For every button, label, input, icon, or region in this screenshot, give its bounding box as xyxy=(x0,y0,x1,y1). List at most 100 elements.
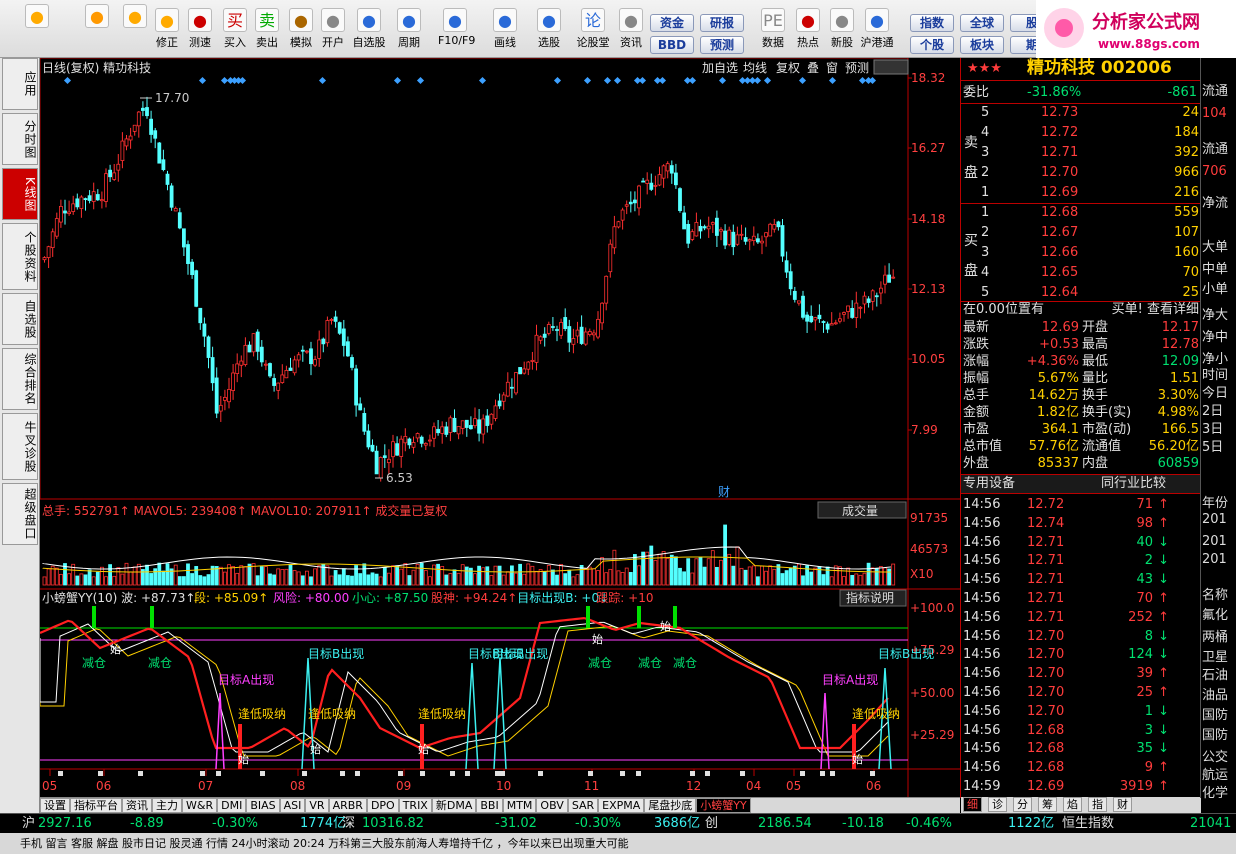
indicator-tab-3[interactable]: 主力 xyxy=(152,798,182,813)
indicator-tab-1[interactable]: 指标平台 xyxy=(70,798,122,813)
ask-price[interactable]: 12.70 xyxy=(1041,164,1078,182)
toolbar-button-8[interactable]: ● 开户 xyxy=(316,8,350,56)
ask-price[interactable]: 12.73 xyxy=(1041,104,1078,122)
left-tab-3[interactable]: 个股资料 xyxy=(2,223,38,290)
indicator-tab-17[interactable]: EXPMA xyxy=(598,798,645,813)
toolbar-button-19[interactable]: ● 沪港通 xyxy=(860,8,894,56)
tick-row: 14:56 12.70 1 ↓ xyxy=(961,703,1201,721)
indicator-tab-11[interactable]: TRIX xyxy=(398,798,432,813)
chart-header-button-4[interactable]: 窗 xyxy=(826,61,838,75)
industry-label[interactable]: 专用设备 xyxy=(963,475,1015,493)
indicator-tab-0[interactable]: 设置 xyxy=(40,798,70,813)
indicator-tab-7[interactable]: ASI xyxy=(279,798,306,813)
ask-price[interactable]: 12.71 xyxy=(1041,144,1078,162)
volume-bar xyxy=(522,573,527,586)
quote-tab-1[interactable]: 诊 xyxy=(988,797,1007,812)
left-tab-7[interactable]: 超级盘口 xyxy=(2,483,38,545)
news-ticker[interactable]: 手机 留言 客服 解盘 股市日记 股灵通 行情 24小时滚动 20:24 万科第… xyxy=(0,833,1236,854)
indicator-tab-2[interactable]: 资讯 xyxy=(122,798,152,813)
toolbar-button-0[interactable]: ● xyxy=(20,4,54,52)
indicator-tab-18[interactable]: 尾盘抄底 xyxy=(644,798,697,813)
indicator-tab-8[interactable]: VR xyxy=(305,798,329,813)
indicator-tab-14[interactable]: MTM xyxy=(502,798,537,813)
cy-index[interactable]: 2186.54 xyxy=(758,814,812,834)
sz-index[interactable]: 10316.82 xyxy=(362,814,424,834)
toolbar-small-button[interactable]: 板块 xyxy=(960,36,1004,54)
chart-header-button-2[interactable]: 复权 xyxy=(776,61,800,75)
hs-index[interactable]: 21041 xyxy=(1190,814,1231,834)
indicator-tab-15[interactable]: OBV xyxy=(536,798,568,813)
indicator-tab-5[interactable]: DMI xyxy=(217,798,247,813)
toolbar-button-2[interactable]: ● xyxy=(118,4,152,52)
toolbar-button-5[interactable]: 买买入 xyxy=(218,8,252,56)
toolbar-button-10[interactable]: ● 周期 xyxy=(392,8,426,56)
toolbar-button-15[interactable]: ● 资讯 xyxy=(614,8,648,56)
chart-header-button-0[interactable]: 加自选 xyxy=(702,61,738,75)
indicator-tab-12[interactable]: 新DMA xyxy=(431,798,477,813)
quote-tab-2[interactable]: 分 xyxy=(1013,797,1032,812)
left-tab-1[interactable]: 分时图 xyxy=(2,113,38,165)
tick-time: 14:59 xyxy=(963,779,1001,794)
chart-header-button-1[interactable]: 均线 xyxy=(743,61,767,75)
industry-compare-button[interactable]: 同行业比较 xyxy=(1101,475,1166,493)
bid-price[interactable]: 12.68 xyxy=(1041,204,1078,222)
chart-header-button-3[interactable]: 叠 xyxy=(807,61,819,75)
toolbar-button-11[interactable]: ● F10/F9 xyxy=(438,8,475,56)
toolbar-button-6[interactable]: 卖卖出 xyxy=(250,8,284,56)
sh-index[interactable]: 2927.16 xyxy=(38,814,92,834)
indicator-tab-6[interactable]: BIAS xyxy=(246,798,280,813)
candle xyxy=(579,326,584,344)
toolbar-button-17[interactable]: ● 热点 xyxy=(791,8,825,56)
toolbar-button-7[interactable]: ● 模拟 xyxy=(284,8,318,56)
toolbar-small-button[interactable]: 预测 xyxy=(700,36,744,54)
indicator-tab-9[interactable]: ARBR xyxy=(328,798,367,813)
indicator-tab-10[interactable]: DPO xyxy=(366,798,399,813)
indicator-tab-13[interactable]: BBI xyxy=(476,798,503,813)
bid-price[interactable]: 12.66 xyxy=(1041,244,1078,262)
candle xyxy=(362,413,367,432)
toolbar-small-button[interactable]: 研报 xyxy=(700,14,744,32)
indicator-tab-19[interactable]: 小螃蟹YY xyxy=(696,798,751,813)
quote-tab-5[interactable]: 指 xyxy=(1088,797,1107,812)
bid-price[interactable]: 12.64 xyxy=(1041,284,1078,302)
arrow-down-icon: ↓ xyxy=(1158,703,1169,719)
indicator-tab-16[interactable]: SAR xyxy=(567,798,599,813)
left-tab-2[interactable]: K线图 xyxy=(2,168,38,220)
ask-price[interactable]: 12.72 xyxy=(1041,124,1078,142)
toolbar-button-13[interactable]: ● 选股 xyxy=(532,8,566,56)
toolbar-button-12[interactable]: ● 画线 xyxy=(488,8,522,56)
toolbar-small-button[interactable]: 个股 xyxy=(910,36,954,54)
left-tab-5[interactable]: 综合排名 xyxy=(2,348,38,410)
kline-chart-area[interactable]: 日线(复权) 精功科技 加自选 均线 复权叠窗预测 18.32 16.27 14.18 12.… xyxy=(39,57,960,798)
date-marker xyxy=(260,771,265,776)
indicator-help-label[interactable]: 指标说明 xyxy=(846,590,894,605)
ask-price[interactable]: 12.69 xyxy=(1041,184,1078,202)
bid-price[interactable]: 12.67 xyxy=(1041,224,1078,242)
toolbar-small-button[interactable]: 指数 xyxy=(910,14,954,32)
tick-row: 14:56 12.72 71 ↑ xyxy=(961,496,1201,514)
quote-tab-3[interactable]: 筹 xyxy=(1038,797,1057,812)
toolbar-button-4[interactable]: ● 测速 xyxy=(183,8,217,56)
pin-button[interactable] xyxy=(873,59,909,75)
left-tab-4[interactable]: 自选股 xyxy=(2,293,38,345)
volume-bar xyxy=(788,567,793,586)
toolbar-small-button[interactable]: 全球 xyxy=(960,14,1004,32)
quote-tab-4[interactable]: 焰 xyxy=(1063,797,1082,812)
indicator-tab-4[interactable]: W&R xyxy=(182,798,218,813)
left-tab-6[interactable]: 牛叉诊股 xyxy=(2,413,38,480)
quote-tab-6[interactable]: 财 xyxy=(1113,797,1132,812)
toolbar-button-9[interactable]: ● 自选股 xyxy=(352,8,386,56)
quote-tab-0[interactable]: 细 xyxy=(963,797,982,812)
info-link[interactable]: 买单! 查看详细 xyxy=(1112,301,1199,319)
toolbar-small-button[interactable]: 资金 xyxy=(650,14,694,32)
bid-price[interactable]: 12.65 xyxy=(1041,264,1078,282)
volume-menu-label[interactable]: 成交量 xyxy=(842,503,878,518)
chart-header-button-5[interactable]: 预测 xyxy=(845,61,869,75)
toolbar-button-3[interactable]: ● 修正 xyxy=(150,8,184,56)
toolbar-button-1[interactable]: ● xyxy=(80,4,114,52)
toolbar-small-button[interactable]: BBD xyxy=(650,36,694,54)
toolbar-button-18[interactable]: ● 新股 xyxy=(825,8,859,56)
toolbar-button-14[interactable]: 论论股堂 xyxy=(576,8,610,56)
left-tab-0[interactable]: 应用 xyxy=(2,58,38,110)
toolbar-button-16[interactable]: PE 数据 xyxy=(756,8,790,56)
